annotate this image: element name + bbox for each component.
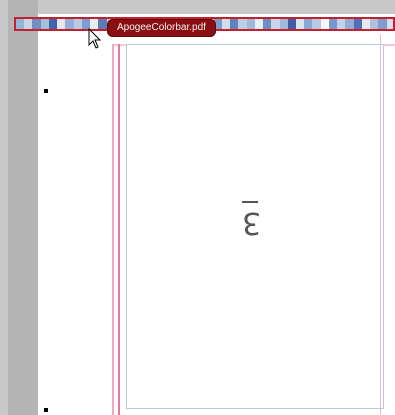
color-swatch (40, 19, 49, 29)
color-swatch (221, 19, 231, 29)
registration-mark (44, 408, 48, 412)
color-swatch (279, 19, 288, 29)
color-swatch (238, 19, 247, 29)
color-swatch (337, 19, 346, 29)
color-swatch (353, 19, 362, 29)
color-swatch (312, 19, 321, 29)
color-swatch (295, 19, 305, 29)
color-swatch (24, 19, 33, 29)
color-swatch (328, 19, 338, 29)
color-swatch (304, 19, 313, 29)
registration-mark (44, 89, 48, 93)
color-swatch (386, 19, 395, 29)
color-swatch (320, 19, 329, 29)
page-number: 3 (242, 205, 262, 240)
bleed-guide-inner (118, 44, 120, 415)
color-swatch (246, 19, 255, 29)
color-swatch (361, 19, 371, 29)
color-swatch (370, 19, 379, 29)
color-swatch (345, 19, 354, 29)
color-swatch (254, 19, 264, 29)
mouse-cursor-icon (88, 28, 102, 49)
color-swatch (271, 19, 280, 29)
bleed-guide-outer (112, 44, 114, 415)
color-swatch (57, 19, 66, 29)
color-swatch (287, 19, 296, 29)
pasteboard (8, 0, 38, 415)
left-gutter (0, 0, 8, 415)
color-swatch (32, 19, 41, 29)
color-swatch (16, 19, 25, 29)
color-swatch (65, 19, 74, 29)
color-swatch (263, 19, 272, 29)
toolbar-background (0, 0, 395, 14)
color-swatch (230, 19, 239, 29)
color-swatch (378, 19, 387, 29)
file-tab[interactable]: ApogeeColorbar.pdf (107, 19, 216, 37)
bleed-guide-right (380, 34, 381, 415)
color-swatch (48, 19, 58, 29)
color-swatch (73, 19, 82, 29)
